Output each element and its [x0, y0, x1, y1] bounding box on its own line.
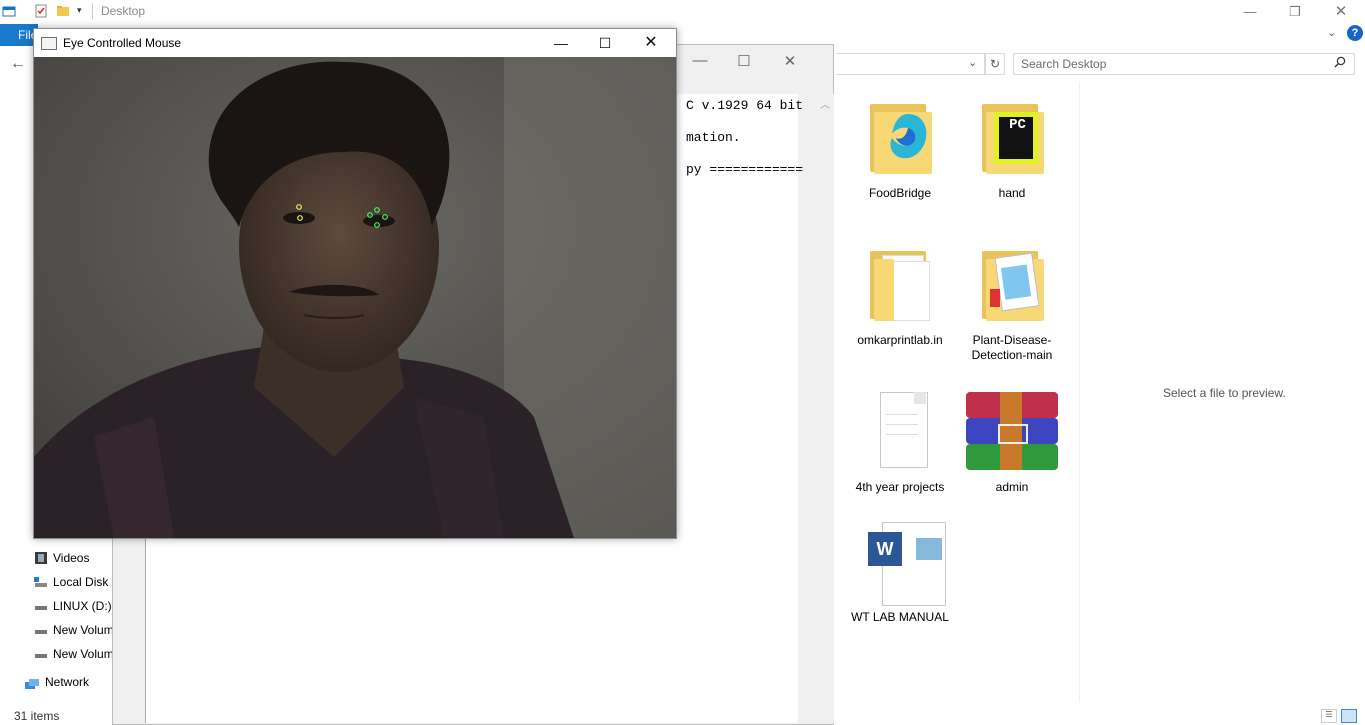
status-item-count: 31 items — [14, 709, 60, 723]
edge-logo-icon — [890, 114, 927, 159]
eye-minimize-button[interactable]: — — [538, 33, 584, 53]
preview-divider — [1079, 82, 1080, 702]
webcam-feed — [34, 57, 676, 538]
nav-label: New Volume (F:) — [53, 647, 112, 661]
folder-icon — [864, 245, 936, 327]
address-dropdown-icon[interactable]: ⌄ — [968, 56, 977, 69]
file-name: omkarprintlab.in — [857, 333, 943, 347]
drive-icon — [35, 606, 47, 610]
explorer-titlebar: ▾ Desktop — ❐ ✕ — [0, 0, 1365, 24]
eye-window-titlebar[interactable]: Eye Controlled Mouse — ☐ ✕ — [34, 29, 676, 57]
file-name: FoodBridge — [868, 186, 932, 200]
file-name: hand — [998, 186, 1026, 200]
folder-icon — [864, 98, 936, 180]
refresh-icon[interactable]: ↻ — [985, 53, 1005, 75]
ribbon-collapse-icon[interactable]: ⌄ — [1327, 26, 1336, 39]
drive-icon — [35, 654, 47, 658]
nav-label: New Volume (E:) — [53, 623, 112, 637]
nav-label: Videos — [53, 551, 90, 565]
file-4th-year-projects[interactable]: 4th year projects — [850, 392, 950, 495]
new-folder-icon[interactable] — [56, 4, 70, 18]
console-maximize-button[interactable]: ☐ — [724, 52, 764, 70]
nav-item-network[interactable]: Network — [45, 675, 89, 689]
console-line: mation. — [686, 130, 741, 145]
scroll-up-icon[interactable]: ︿ — [820, 96, 830, 111]
address-field[interactable] — [836, 53, 985, 75]
network-icon — [25, 679, 39, 689]
eye-maximize-button[interactable]: ☐ — [582, 33, 628, 53]
details-view-icon[interactable]: ☰ — [1321, 709, 1337, 723]
file-admin[interactable]: admin — [962, 392, 1062, 495]
eye-close-button[interactable]: ✕ — [628, 33, 674, 53]
console-close-button[interactable]: ✕ — [770, 52, 810, 70]
console-line: C v.1929 64 bit — [686, 98, 804, 113]
notepad-icon — [994, 252, 1040, 312]
window-title: Desktop — [101, 4, 146, 18]
search-icon[interactable] — [1334, 56, 1346, 68]
eye-controlled-mouse-window[interactable]: Eye Controlled Mouse — ☐ ✕ — [33, 28, 677, 539]
webcam-frame-image — [34, 57, 676, 538]
word-document-icon: W — [864, 522, 946, 606]
file-name: Plant-Disease-Detection-main — [971, 333, 1053, 362]
explorer-app-icon — [2, 6, 16, 17]
word-logo-icon: W — [868, 532, 902, 566]
large-icons-view-icon[interactable] — [1341, 709, 1357, 723]
file-omkarprintlab[interactable]: omkarprintlab.in — [850, 245, 950, 348]
folder-icon: PC — [976, 98, 1048, 180]
help-icon[interactable]: ? — [1347, 25, 1363, 41]
file-foodbridge[interactable]: FoodBridge — [850, 98, 950, 201]
pycharm-logo-icon: PC — [999, 117, 1033, 159]
opencv-window-icon — [41, 37, 57, 50]
qa-dropdown-icon[interactable]: ▾ — [77, 5, 82, 16]
winrar-icon — [966, 392, 1058, 474]
videos-icon — [35, 552, 47, 564]
nav-item-linux[interactable]: LINUX (D:) — [34, 595, 112, 617]
nav-label: LINUX (D:) — [53, 599, 112, 613]
file-name: WT LAB MANUAL — [851, 610, 949, 624]
document-icon — [864, 392, 936, 474]
file-plant-disease-detection[interactable]: Plant-Disease-Detection-main — [962, 245, 1062, 363]
drive-icon — [35, 630, 47, 634]
explorer-close-button[interactable]: ✕ — [1321, 2, 1361, 22]
nav-item-videos[interactable]: Videos — [34, 547, 112, 569]
file-hand[interactable]: PC hand — [962, 98, 1062, 201]
explorer-restore-button[interactable]: ❐ — [1275, 2, 1315, 22]
console-line: py ============ — [686, 162, 804, 177]
console-minimize-button[interactable]: — — [680, 52, 720, 69]
explorer-minimize-button[interactable]: — — [1230, 2, 1270, 22]
file-wt-lab-manual[interactable]: W WT LAB MANUAL — [850, 522, 950, 625]
file-name: 4th year projects — [855, 480, 945, 494]
back-arrow-icon[interactable]: ← — [10, 55, 26, 73]
nav-item-new-volume-e[interactable]: New Volume (E:) — [34, 619, 112, 641]
drive-icon — [34, 577, 47, 587]
console-scrollbar[interactable]: ︿ — [817, 94, 834, 723]
folder-icon — [976, 245, 1048, 327]
eye-window-title: Eye Controlled Mouse — [63, 36, 182, 50]
file-name: admin — [995, 480, 1029, 494]
preview-pane-text: Select a file to preview. — [1163, 386, 1286, 400]
search-placeholder: Search Desktop — [1021, 57, 1107, 71]
search-input[interactable]: Search Desktop — [1013, 53, 1355, 75]
properties-icon[interactable] — [34, 4, 48, 18]
nav-label: Local Disk (C:) — [53, 575, 112, 589]
nav-item-new-volume-f[interactable]: New Volume (F:) — [34, 643, 112, 665]
nav-item-local-disk[interactable]: Local Disk (C:) — [34, 571, 112, 593]
qa-divider — [92, 3, 93, 19]
